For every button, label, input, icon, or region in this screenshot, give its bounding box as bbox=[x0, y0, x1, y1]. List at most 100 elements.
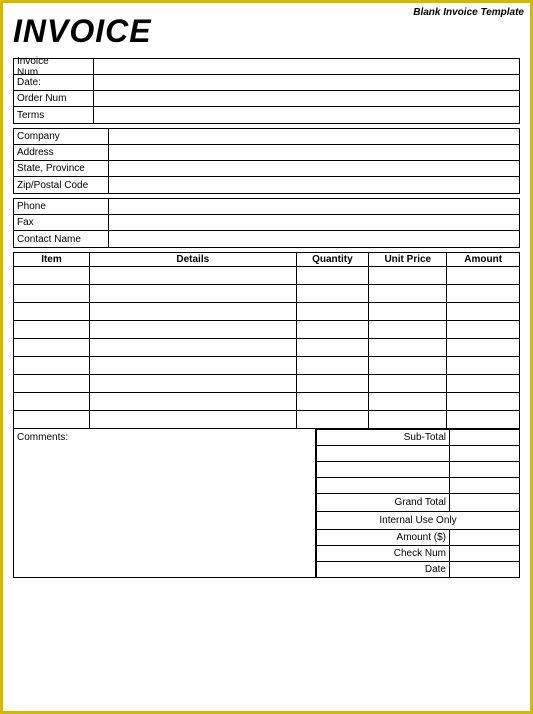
date-label: Date: bbox=[14, 75, 94, 90]
phone-label: Phone bbox=[14, 199, 109, 214]
invoice-num-value[interactable] bbox=[94, 59, 519, 74]
item-cell[interactable] bbox=[14, 285, 90, 303]
order-num-value[interactable] bbox=[94, 91, 519, 106]
amount-cell[interactable] bbox=[447, 393, 520, 411]
details-cell[interactable] bbox=[89, 303, 296, 321]
details-cell[interactable] bbox=[89, 267, 296, 285]
fax-row: Fax bbox=[14, 215, 519, 231]
contact-info-section: Phone Fax Contact Name bbox=[13, 198, 520, 248]
terms-row: Terms bbox=[14, 107, 519, 123]
table-row bbox=[14, 321, 520, 339]
col-header-item: Item bbox=[14, 253, 90, 267]
item-cell[interactable] bbox=[14, 303, 90, 321]
address-value[interactable] bbox=[109, 145, 519, 160]
unit-price-cell[interactable] bbox=[369, 267, 447, 285]
quantity-cell[interactable] bbox=[296, 339, 369, 357]
zip-row: Zip/Postal Code bbox=[14, 177, 519, 193]
subtotal-value[interactable] bbox=[450, 430, 520, 446]
contact-row: Contact Name bbox=[14, 231, 519, 247]
table-row bbox=[14, 393, 520, 411]
table-row bbox=[14, 375, 520, 393]
unit-price-cell[interactable] bbox=[369, 393, 447, 411]
blank-row-2 bbox=[317, 462, 520, 478]
amount-cell[interactable] bbox=[447, 375, 520, 393]
quantity-cell[interactable] bbox=[296, 357, 369, 375]
state-row: State, Province bbox=[14, 161, 519, 177]
unit-price-cell[interactable] bbox=[369, 357, 447, 375]
amount-cell[interactable] bbox=[447, 267, 520, 285]
date-row: Date: bbox=[14, 75, 519, 91]
blank-value-3[interactable] bbox=[450, 478, 520, 494]
comments-label: Comments: bbox=[17, 432, 68, 443]
quantity-cell[interactable] bbox=[296, 267, 369, 285]
contact-label: Contact Name bbox=[14, 231, 109, 247]
item-cell[interactable] bbox=[14, 267, 90, 285]
details-cell[interactable] bbox=[89, 375, 296, 393]
date-value[interactable] bbox=[94, 75, 519, 90]
amount-row: Amount ($) bbox=[317, 530, 520, 546]
blank-label-2 bbox=[317, 462, 450, 478]
unit-price-cell[interactable] bbox=[369, 411, 447, 429]
amount-cell[interactable] bbox=[447, 339, 520, 357]
date-value-totals[interactable] bbox=[450, 562, 520, 578]
fax-value[interactable] bbox=[109, 215, 519, 230]
quantity-cell[interactable] bbox=[296, 285, 369, 303]
amount-value[interactable] bbox=[450, 530, 520, 546]
company-value[interactable] bbox=[109, 129, 519, 144]
amount-cell[interactable] bbox=[447, 285, 520, 303]
unit-price-cell[interactable] bbox=[369, 321, 447, 339]
details-cell[interactable] bbox=[89, 411, 296, 429]
unit-price-cell[interactable] bbox=[369, 285, 447, 303]
amount-cell[interactable] bbox=[447, 321, 520, 339]
check-num-label: Check Num bbox=[317, 546, 450, 562]
order-num-label: Order Num bbox=[14, 91, 94, 106]
quantity-cell[interactable] bbox=[296, 321, 369, 339]
amount-cell[interactable] bbox=[447, 303, 520, 321]
subtotal-label: Sub-Total bbox=[317, 430, 450, 446]
unit-price-cell[interactable] bbox=[369, 339, 447, 357]
details-cell[interactable] bbox=[89, 393, 296, 411]
details-cell[interactable] bbox=[89, 321, 296, 339]
totals-table: Sub-Total bbox=[316, 429, 520, 578]
table-row bbox=[14, 267, 520, 285]
table-header-row: Item Details Quantity Unit Price Amount bbox=[14, 253, 520, 267]
amount-cell[interactable] bbox=[447, 411, 520, 429]
item-cell[interactable] bbox=[14, 375, 90, 393]
zip-label: Zip/Postal Code bbox=[14, 177, 109, 193]
quantity-cell[interactable] bbox=[296, 411, 369, 429]
unit-price-cell[interactable] bbox=[369, 375, 447, 393]
item-cell[interactable] bbox=[14, 393, 90, 411]
grand-total-value[interactable] bbox=[450, 494, 520, 512]
blank-value-1[interactable] bbox=[450, 446, 520, 462]
terms-value[interactable] bbox=[94, 107, 519, 123]
invoice-info-section: InvoiceNum Date: Order Num Terms bbox=[13, 58, 520, 124]
item-cell[interactable] bbox=[14, 339, 90, 357]
phone-value[interactable] bbox=[109, 199, 519, 214]
state-value[interactable] bbox=[109, 161, 519, 176]
check-num-value[interactable] bbox=[450, 546, 520, 562]
item-cell[interactable] bbox=[14, 411, 90, 429]
blank-value-2[interactable] bbox=[450, 462, 520, 478]
grand-total-label: Grand Total bbox=[317, 494, 450, 512]
quantity-cell[interactable] bbox=[296, 375, 369, 393]
company-label: Company bbox=[14, 129, 109, 144]
amount-cell[interactable] bbox=[447, 357, 520, 375]
contact-value[interactable] bbox=[109, 231, 519, 247]
details-cell[interactable] bbox=[89, 339, 296, 357]
quantity-cell[interactable] bbox=[296, 393, 369, 411]
details-cell[interactable] bbox=[89, 285, 296, 303]
item-cell[interactable] bbox=[14, 357, 90, 375]
fax-label: Fax bbox=[14, 215, 109, 230]
quantity-cell[interactable] bbox=[296, 303, 369, 321]
col-header-amount: Amount bbox=[447, 253, 520, 267]
details-cell[interactable] bbox=[89, 357, 296, 375]
company-row: Company bbox=[14, 129, 519, 145]
internal-use-label: Internal Use Only bbox=[317, 512, 520, 530]
unit-price-cell[interactable] bbox=[369, 303, 447, 321]
template-label: Blank Invoice Template bbox=[413, 7, 524, 18]
item-cell[interactable] bbox=[14, 321, 90, 339]
comments-area: Comments: bbox=[13, 429, 315, 578]
company-info-section: Company Address State, Province Zip/Post… bbox=[13, 128, 520, 194]
zip-value[interactable] bbox=[109, 177, 519, 193]
internal-use-row: Internal Use Only bbox=[317, 512, 520, 530]
